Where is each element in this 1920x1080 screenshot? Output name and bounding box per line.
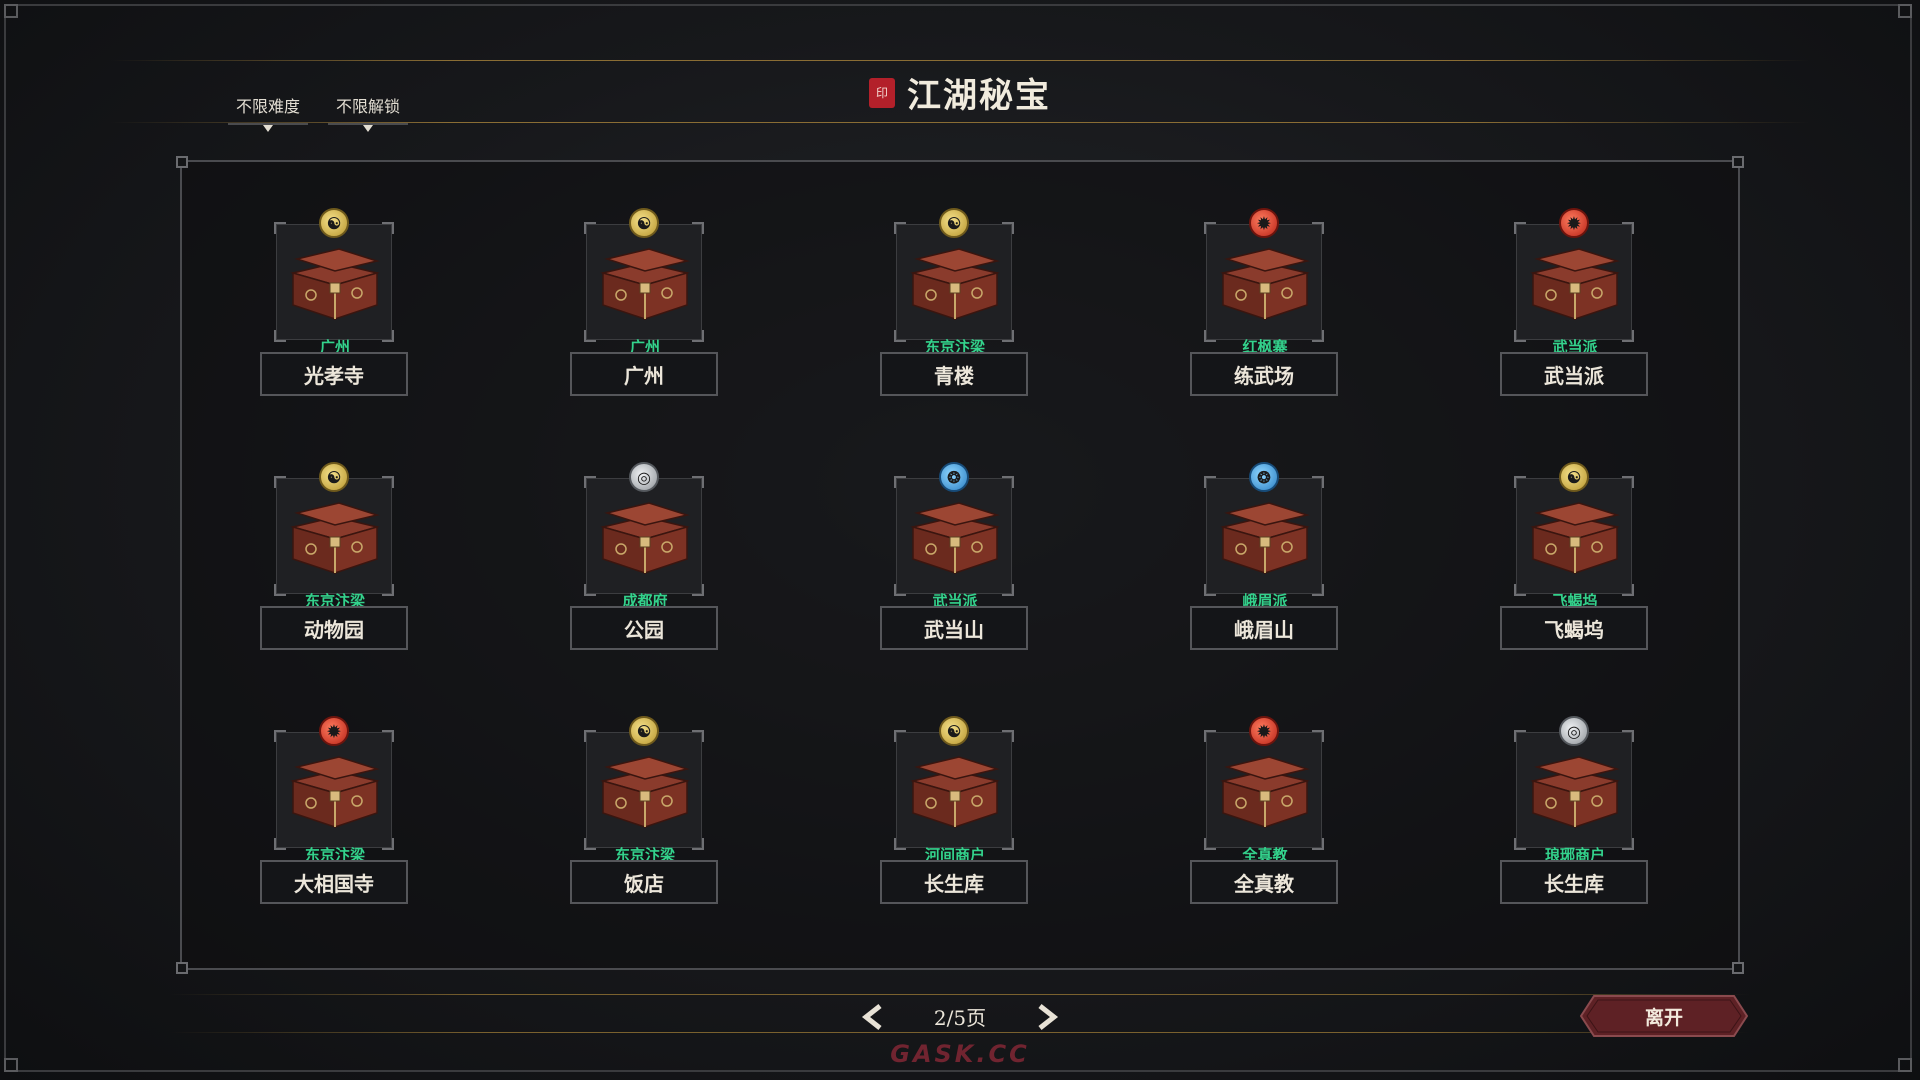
treasure-grid: ☯ 广州 光孝寺 ☯ 广州 广州 ☯ 东京汴梁 青楼 ✹ 红枫寨 练武场 ✹ 武当派 武当派 ☯ 东京汴梁 动物园… — [182, 162, 1738, 968]
rarity-badge-icon: ☯ — [319, 208, 349, 238]
next-page-button[interactable] — [1030, 1000, 1064, 1034]
leave-button-label: 离开 — [1644, 1006, 1683, 1029]
treasure-box-frame — [1204, 476, 1324, 596]
treasure-chest-icon — [1530, 756, 1620, 829]
watermark: GASK.CC — [890, 1040, 1030, 1068]
rarity-badge-icon: ◎ — [1559, 716, 1589, 746]
treasure-chest-icon — [910, 248, 1000, 321]
treasure-card[interactable]: ✹ 东京汴梁 大相国寺 — [260, 712, 410, 904]
treasure-chest-icon — [1530, 502, 1620, 575]
treasure-chest-icon — [290, 756, 380, 829]
treasure-name: 大相国寺 — [260, 860, 408, 904]
treasure-card[interactable]: ☯ 河间商户 长生库 — [880, 712, 1030, 904]
rarity-badge-icon: ☯ — [319, 462, 349, 492]
rarity-badge-icon: ✹ — [1249, 208, 1279, 238]
chevron-left-icon — [861, 1004, 882, 1030]
treasure-box-frame — [274, 476, 394, 596]
seal-icon: 印 — [869, 77, 895, 108]
rarity-badge-icon: ✹ — [1249, 716, 1279, 746]
treasure-chest-icon — [910, 502, 1000, 575]
treasure-name: 武当山 — [880, 606, 1028, 650]
treasure-card[interactable]: ☯ 广州 广州 — [570, 204, 720, 396]
treasure-box-frame — [894, 730, 1014, 850]
treasure-chest-icon — [1220, 756, 1310, 829]
treasure-box-frame — [894, 222, 1014, 342]
treasure-card[interactable]: ✹ 全真教 全真教 — [1190, 712, 1340, 904]
treasure-box-frame — [1204, 730, 1324, 850]
unlock-filter-label: 不限解锁 — [336, 97, 401, 116]
unlock-filter-dropdown[interactable]: 不限解锁 — [328, 93, 409, 132]
treasure-card[interactable]: ◎ 成都府 公园 — [570, 458, 720, 650]
dropdown-caret-icon — [263, 125, 273, 132]
footer-divider-top — [170, 994, 1750, 995]
treasure-panel: ☯ 广州 光孝寺 ☯ 广州 广州 ☯ 东京汴梁 青楼 ✹ 红枫寨 练武场 ✹ 武当派 武当派 ☯ 东京汴梁 动物园… — [176, 156, 1744, 974]
treasure-chest-icon — [1220, 248, 1310, 321]
treasure-chest-icon — [290, 248, 380, 321]
page-indicator: 2/5页 — [933, 1006, 987, 1030]
rarity-badge-icon: ❂ — [939, 462, 969, 492]
treasure-chest-icon — [290, 502, 380, 575]
treasure-name: 飞蝎坞 — [1500, 606, 1648, 650]
treasure-chest-icon — [600, 248, 690, 321]
treasure-card[interactable]: ☯ 东京汴梁 青楼 — [880, 204, 1030, 396]
frame-corner — [4, 4, 18, 18]
treasure-chest-icon — [600, 756, 690, 829]
treasure-chest-icon — [1220, 502, 1310, 575]
treasure-box-frame — [1514, 730, 1634, 850]
rarity-badge-icon: ✹ — [1559, 208, 1589, 238]
rarity-badge-icon: ❂ — [1249, 462, 1279, 492]
treasure-card[interactable]: ☯ 飞蝎坞 飞蝎坞 — [1500, 458, 1650, 650]
treasure-card[interactable]: ◎ 琅琊商户 长生库 — [1500, 712, 1650, 904]
treasure-chest-icon — [910, 756, 1000, 829]
treasure-card[interactable]: ☯ 东京汴梁 饭店 — [570, 712, 720, 904]
treasure-card[interactable]: ❂ 武当派 武当山 — [880, 458, 1030, 650]
treasure-card[interactable]: ✹ 红枫寨 练武场 — [1190, 204, 1340, 396]
treasure-card[interactable]: ☯ 广州 光孝寺 — [260, 204, 410, 396]
treasure-box-frame — [274, 222, 394, 342]
header-divider-top — [110, 60, 1810, 61]
treasure-card[interactable]: ☯ 东京汴梁 动物园 — [260, 458, 410, 650]
treasure-name: 练武场 — [1190, 352, 1338, 396]
treasure-name: 饭店 — [570, 860, 718, 904]
treasure-card[interactable]: ❂ 峨眉派 峨眉山 — [1190, 458, 1340, 650]
treasure-name: 武当派 — [1500, 352, 1648, 396]
treasure-name: 光孝寺 — [260, 352, 408, 396]
leave-button[interactable]: 离开 — [1580, 995, 1748, 1037]
treasure-name: 长生库 — [880, 860, 1028, 904]
footer-divider-bottom — [170, 1032, 1750, 1033]
treasure-name: 峨眉山 — [1190, 606, 1338, 650]
treasure-box-frame — [584, 476, 704, 596]
treasure-box-frame — [274, 730, 394, 850]
rarity-badge-icon: ✹ — [319, 716, 349, 746]
treasure-box-frame — [584, 730, 704, 850]
treasure-box-frame — [894, 476, 1014, 596]
rarity-badge-icon: ☯ — [629, 716, 659, 746]
treasure-box-frame — [584, 222, 704, 342]
difficulty-filter-label: 不限难度 — [236, 97, 301, 116]
dropdown-caret-icon — [363, 125, 373, 132]
treasure-card[interactable]: ✹ 武当派 武当派 — [1500, 204, 1650, 396]
treasure-name: 公园 — [570, 606, 718, 650]
treasure-box-frame — [1204, 222, 1324, 342]
treasure-chest-icon — [600, 502, 690, 575]
treasure-name: 青楼 — [880, 352, 1028, 396]
treasure-chest-icon — [1530, 248, 1620, 321]
treasure-box-frame — [1514, 476, 1634, 596]
treasure-name: 长生库 — [1500, 860, 1648, 904]
treasure-name: 动物园 — [260, 606, 408, 650]
prev-page-button[interactable] — [856, 1000, 890, 1034]
rarity-badge-icon: ☯ — [939, 716, 969, 746]
treasure-name: 广州 — [570, 352, 718, 396]
rarity-badge-icon: ☯ — [939, 208, 969, 238]
rarity-badge-icon: ☯ — [1559, 462, 1589, 492]
treasure-box-frame — [1514, 222, 1634, 342]
frame-corner — [1898, 4, 1912, 18]
rarity-badge-icon: ☯ — [629, 208, 659, 238]
page-title: 江湖秘宝 — [907, 76, 1051, 116]
rarity-badge-icon: ◎ — [629, 462, 659, 492]
difficulty-filter-dropdown[interactable]: 不限难度 — [228, 93, 309, 132]
treasure-name: 全真教 — [1190, 860, 1338, 904]
chevron-right-icon — [1038, 1004, 1059, 1030]
